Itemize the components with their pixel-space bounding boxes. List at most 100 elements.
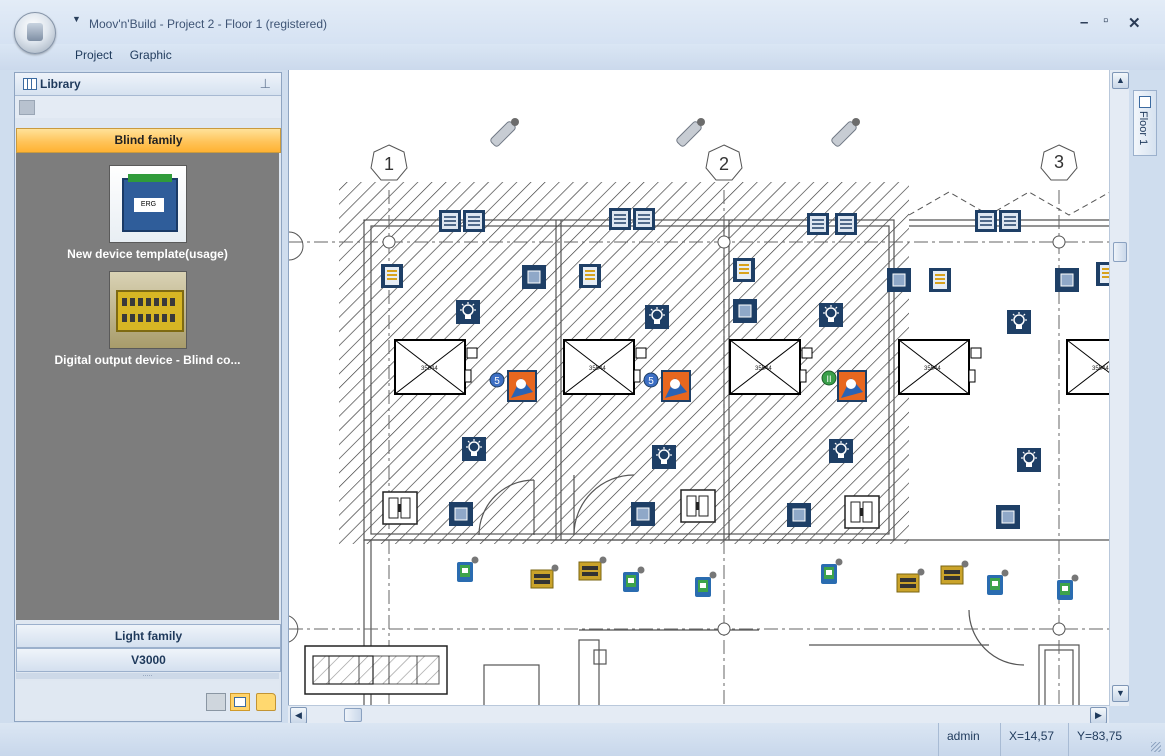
blind-panel-icon[interactable] xyxy=(974,209,998,233)
intercom-icon[interactable] xyxy=(382,491,418,525)
minimize-button[interactable]: – xyxy=(1080,14,1088,31)
dimmer-icon[interactable] xyxy=(732,257,756,283)
dimmer-icon[interactable] xyxy=(1095,261,1110,287)
horizontal-scrollbar[interactable]: ◀ ▶ xyxy=(288,705,1109,724)
scroll-right-button[interactable]: ▶ xyxy=(1090,707,1107,724)
scroll-up-button[interactable]: ▲ xyxy=(1112,72,1129,89)
light-icon[interactable] xyxy=(644,304,670,330)
family-tab-light[interactable]: Light family xyxy=(16,624,281,648)
switch-icon[interactable] xyxy=(448,501,474,527)
menu-graphic[interactable]: Graphic xyxy=(130,48,172,62)
device-label: Digital output device - Blind co... xyxy=(54,353,241,367)
grid-view-icon[interactable] xyxy=(230,693,250,711)
book-view-icon[interactable] xyxy=(206,693,226,711)
vertical-scroll-thumb[interactable] xyxy=(1113,242,1127,262)
light-icon[interactable] xyxy=(651,444,677,470)
blind-actuator-icon[interactable] xyxy=(837,370,867,402)
blind-panel-icon[interactable] xyxy=(834,212,858,236)
module-icon[interactable] xyxy=(578,556,607,581)
light-icon[interactable] xyxy=(455,299,481,325)
intercom-icon[interactable] xyxy=(844,495,880,529)
family-tab-v3000[interactable]: V3000 xyxy=(16,648,281,672)
light-icon[interactable] xyxy=(1016,447,1042,473)
switch-icon[interactable] xyxy=(732,298,758,324)
horizontal-scroll-thumb[interactable] xyxy=(344,708,362,722)
status-bar: admin X=14,57 Y=83,75 xyxy=(0,723,1165,756)
blind-panel-icon[interactable] xyxy=(632,207,656,231)
light-icon[interactable] xyxy=(461,436,487,462)
switch-icon[interactable] xyxy=(786,502,812,528)
blind-panel-icon[interactable] xyxy=(608,207,632,231)
floorplan-drawing[interactable]: 1 2 3 35544 35544 35544 35544 35544 5 5 … xyxy=(289,70,1110,706)
switch-icon[interactable] xyxy=(630,501,656,527)
module-icon[interactable] xyxy=(896,568,925,593)
svg-text:35544: 35544 xyxy=(589,366,606,372)
svg-text:35544: 35544 xyxy=(1092,366,1109,372)
library-title: Library xyxy=(40,77,81,91)
device-item[interactable]: New device template(usage) xyxy=(16,165,279,261)
device-badge[interactable]: II xyxy=(821,370,837,386)
device-badge[interactable]: 5 xyxy=(489,372,505,388)
blind-panel-icon[interactable] xyxy=(998,209,1022,233)
sensor-icon[interactable] xyxy=(457,556,479,583)
device-item[interactable]: Digital output device - Blind co... xyxy=(16,271,279,367)
switch-icon[interactable] xyxy=(521,264,547,290)
family-device-list: New device template(usage) Digital outpu… xyxy=(16,153,279,620)
dimmer-icon[interactable] xyxy=(578,263,602,289)
minimap[interactable] xyxy=(304,645,448,695)
close-button[interactable]: ✕ xyxy=(1128,14,1141,32)
module-icon[interactable] xyxy=(530,564,559,589)
light-icon[interactable] xyxy=(1006,309,1032,335)
blind-actuator-icon[interactable] xyxy=(661,370,691,402)
device-badge[interactable]: 5 xyxy=(643,372,659,388)
scroll-left-button[interactable]: ◀ xyxy=(290,707,307,724)
dimmer-icon[interactable] xyxy=(380,263,404,289)
device-thumbnail xyxy=(108,165,187,243)
menu-project[interactable]: Project xyxy=(75,48,112,62)
folder-view-icon[interactable] xyxy=(256,693,276,711)
sensor-icon[interactable] xyxy=(695,571,717,598)
switch-icon[interactable] xyxy=(886,267,912,293)
application-menu-button[interactable] xyxy=(14,12,56,54)
resize-grip-icon[interactable] xyxy=(1151,742,1161,752)
dimmer-icon[interactable] xyxy=(928,267,952,293)
window-title: Moov'n'Build - Project 2 - Floor 1 (regi… xyxy=(89,17,328,31)
family-header-blind[interactable]: Blind family xyxy=(16,128,281,153)
switch-icon[interactable] xyxy=(995,504,1021,530)
light-icon[interactable] xyxy=(818,302,844,328)
tab-floor-1[interactable]: Floor 1 xyxy=(1133,90,1157,156)
blind-panel-icon[interactable] xyxy=(462,209,486,233)
svg-text:35544: 35544 xyxy=(421,366,438,372)
pin-icon[interactable]: ⊥ xyxy=(260,76,271,92)
module-icon[interactable] xyxy=(940,560,969,585)
properties-icon[interactable] xyxy=(19,100,35,115)
blind-panel-icon[interactable] xyxy=(806,212,830,236)
status-y-coordinate: Y=83,75 xyxy=(1068,723,1122,756)
svg-text:35544: 35544 xyxy=(924,366,941,372)
svg-text:3: 3 xyxy=(1054,152,1064,172)
switch-icon[interactable] xyxy=(1054,267,1080,293)
intercom-icon[interactable] xyxy=(680,489,716,523)
sensor-icon[interactable] xyxy=(987,569,1009,596)
vertical-scrollbar[interactable]: ▲ ▼ xyxy=(1109,70,1129,706)
svg-text:1: 1 xyxy=(384,154,394,174)
svg-text:2: 2 xyxy=(719,154,729,174)
document-icon xyxy=(1139,96,1151,108)
svg-text:II: II xyxy=(826,374,831,384)
blind-motor-icon[interactable] xyxy=(830,117,861,148)
status-x-coordinate: X=14,57 xyxy=(1000,723,1054,756)
light-icon[interactable] xyxy=(828,438,854,464)
sensor-icon[interactable] xyxy=(623,566,645,593)
sensor-icon[interactable] xyxy=(1057,574,1079,601)
blind-panel-icon[interactable] xyxy=(438,209,462,233)
scroll-down-button[interactable]: ▼ xyxy=(1112,685,1129,702)
blind-actuator-icon[interactable] xyxy=(507,370,537,402)
floorplan-canvas[interactable]: 1 2 3 35544 35544 35544 35544 35544 5 5 … xyxy=(288,70,1110,706)
blind-motor-icon[interactable] xyxy=(675,117,706,148)
blind-motor-icon[interactable] xyxy=(489,117,520,148)
sensor-icon[interactable] xyxy=(821,558,843,585)
maximize-button[interactable]: ▫ xyxy=(1103,12,1108,29)
quick-access-dropdown-icon[interactable]: ▼ xyxy=(72,14,81,24)
panel-splitter[interactable]: ..... xyxy=(16,671,279,679)
library-toolbar xyxy=(15,96,281,118)
